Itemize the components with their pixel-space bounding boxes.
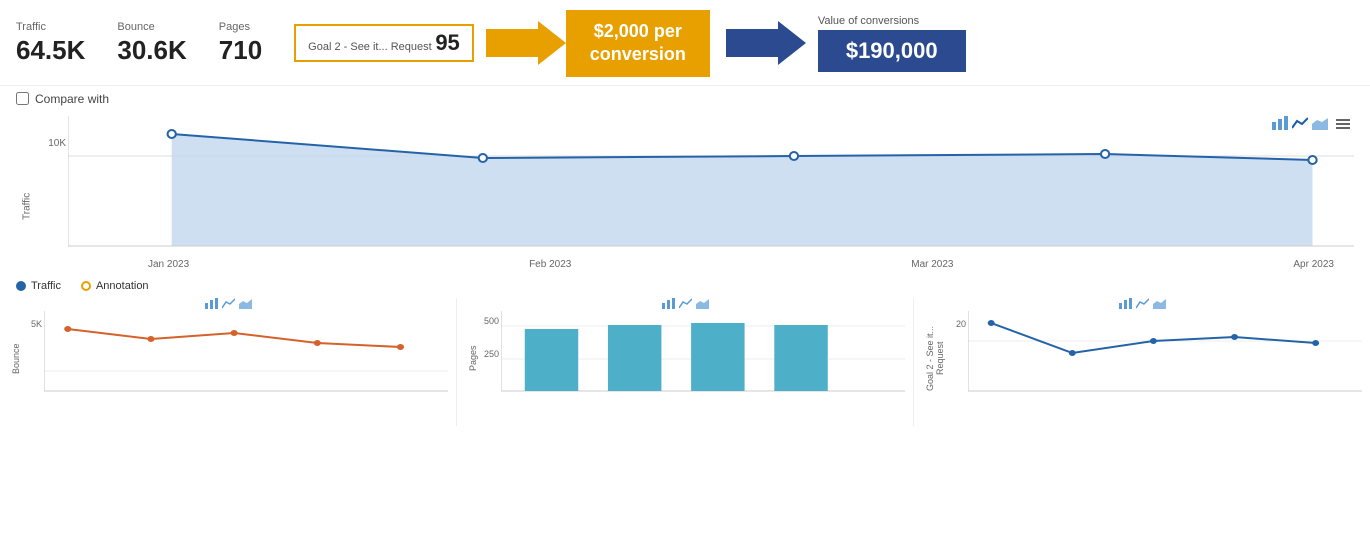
- chart-canvas-area: Jan 2023 Feb 2023 Mar 2023 Apr 2023: [68, 116, 1354, 276]
- goal-y-ticks: 20: [950, 311, 968, 406]
- pages-chart-svg-area: [501, 311, 905, 406]
- bounce-area-icon[interactable]: [239, 298, 252, 309]
- legend-traffic[interactable]: Traffic: [16, 280, 61, 292]
- y-axis-label: Traffic: [16, 116, 38, 276]
- bounce-y-label: Bounce: [8, 311, 24, 406]
- compare-row: Compare with: [0, 86, 1370, 112]
- x-label-mar: Mar 2023: [911, 259, 953, 270]
- goal-bar-icon[interactable]: [1119, 298, 1132, 309]
- bounce-tick-5k: 5K: [31, 319, 42, 329]
- legend-annotation-dot: [81, 281, 91, 291]
- legend-traffic-label: Traffic: [31, 280, 61, 292]
- conversion-text1: $2,000 per: [594, 21, 682, 41]
- chart-legend: Traffic Annotation: [0, 276, 1370, 296]
- pages-mini-chart: Pages 500 250: [457, 298, 914, 426]
- goal-area-icon[interactable]: [1153, 298, 1166, 309]
- goal-line-icon[interactable]: [1136, 298, 1149, 309]
- pages-area-icon[interactable]: [696, 298, 709, 309]
- bounce-y-ticks: 5K: [24, 311, 44, 406]
- goal-metric: Goal 2 - See it... Request 95: [294, 24, 474, 62]
- goal-y-label: Goal 2 - See it... Request: [922, 311, 950, 406]
- goal-chart-icons: [922, 298, 1362, 309]
- pages-chart-body: Pages 500 250: [465, 311, 905, 406]
- conversion-text2: conversion: [590, 44, 686, 64]
- pages-tick-250: 250: [484, 349, 499, 359]
- pages-line-icon[interactable]: [679, 298, 692, 309]
- bottom-charts-row: Bounce 5K: [0, 296, 1370, 426]
- value-conversions-label: Value of conversions: [818, 15, 919, 27]
- x-axis-labels: Jan 2023 Feb 2023 Mar 2023 Apr 2023: [68, 259, 1354, 270]
- compare-label: Compare with: [35, 92, 109, 106]
- bounce-metric: Bounce 30.6K: [117, 21, 186, 66]
- legend-traffic-dot: [16, 281, 26, 291]
- goal-value: 95: [435, 30, 459, 55]
- goal-svg: [968, 311, 1362, 401]
- traffic-label: Traffic: [16, 21, 85, 33]
- traffic-metric: Traffic 64.5K: [16, 21, 85, 66]
- pages-svg: [501, 311, 905, 401]
- pages-chart-icons: [465, 298, 905, 309]
- bounce-chart-body: Bounce 5K: [8, 311, 448, 406]
- x-label-apr: Apr 2023: [1293, 259, 1334, 270]
- conversion-box: $2,000 per conversion: [566, 10, 710, 77]
- pages-metric: Pages 710: [219, 21, 262, 66]
- value-conversions-value: $190,000: [818, 30, 966, 72]
- bounce-bar-icon[interactable]: [205, 298, 218, 309]
- metrics-bar: Traffic 64.5K Bounce 30.6K Pages 710 Goa…: [0, 0, 1370, 86]
- goal-tick-20: 20: [956, 319, 966, 329]
- main-chart-section: Traffic 10K: [0, 116, 1370, 276]
- main-chart-svg: [68, 116, 1354, 256]
- bounce-chart-svg-area: [44, 311, 448, 406]
- orange-arrow-icon: [486, 21, 566, 65]
- goal-label: Goal 2 - See it... Request: [308, 41, 432, 53]
- bounce-mini-chart: Bounce 5K: [0, 298, 457, 426]
- pages-bar-icon[interactable]: [662, 298, 675, 309]
- y-tick-10k: 10K: [48, 138, 66, 149]
- bounce-label: Bounce: [117, 21, 186, 33]
- y-tick-labels: 10K: [38, 116, 68, 276]
- bounce-value: 30.6K: [117, 35, 186, 66]
- value-conversions-metric: Value of conversions $190,000: [818, 15, 966, 72]
- blue-arrow-icon: [726, 21, 806, 65]
- bounce-chart-icons: [8, 298, 448, 309]
- x-label-feb: Feb 2023: [529, 259, 571, 270]
- traffic-value: 64.5K: [16, 35, 85, 66]
- goal-chart-body: Goal 2 - See it... Request 20: [922, 311, 1362, 406]
- bounce-line-icon[interactable]: [222, 298, 235, 309]
- legend-annotation-label: Annotation: [96, 280, 149, 292]
- x-label-jan: Jan 2023: [148, 259, 189, 270]
- pages-y-label: Pages: [465, 311, 481, 406]
- goal-mini-chart: Goal 2 - See it... Request 20: [914, 298, 1370, 426]
- pages-tick-500: 500: [484, 316, 499, 326]
- goal-chart-svg-area: [968, 311, 1362, 406]
- main-chart: Traffic 10K: [16, 116, 1354, 276]
- legend-annotation[interactable]: Annotation: [81, 280, 149, 292]
- bounce-svg: [44, 311, 448, 401]
- pages-value: 710: [219, 35, 262, 66]
- pages-label: Pages: [219, 21, 262, 33]
- compare-checkbox[interactable]: [16, 92, 29, 105]
- pages-y-ticks: 500 250: [481, 311, 501, 406]
